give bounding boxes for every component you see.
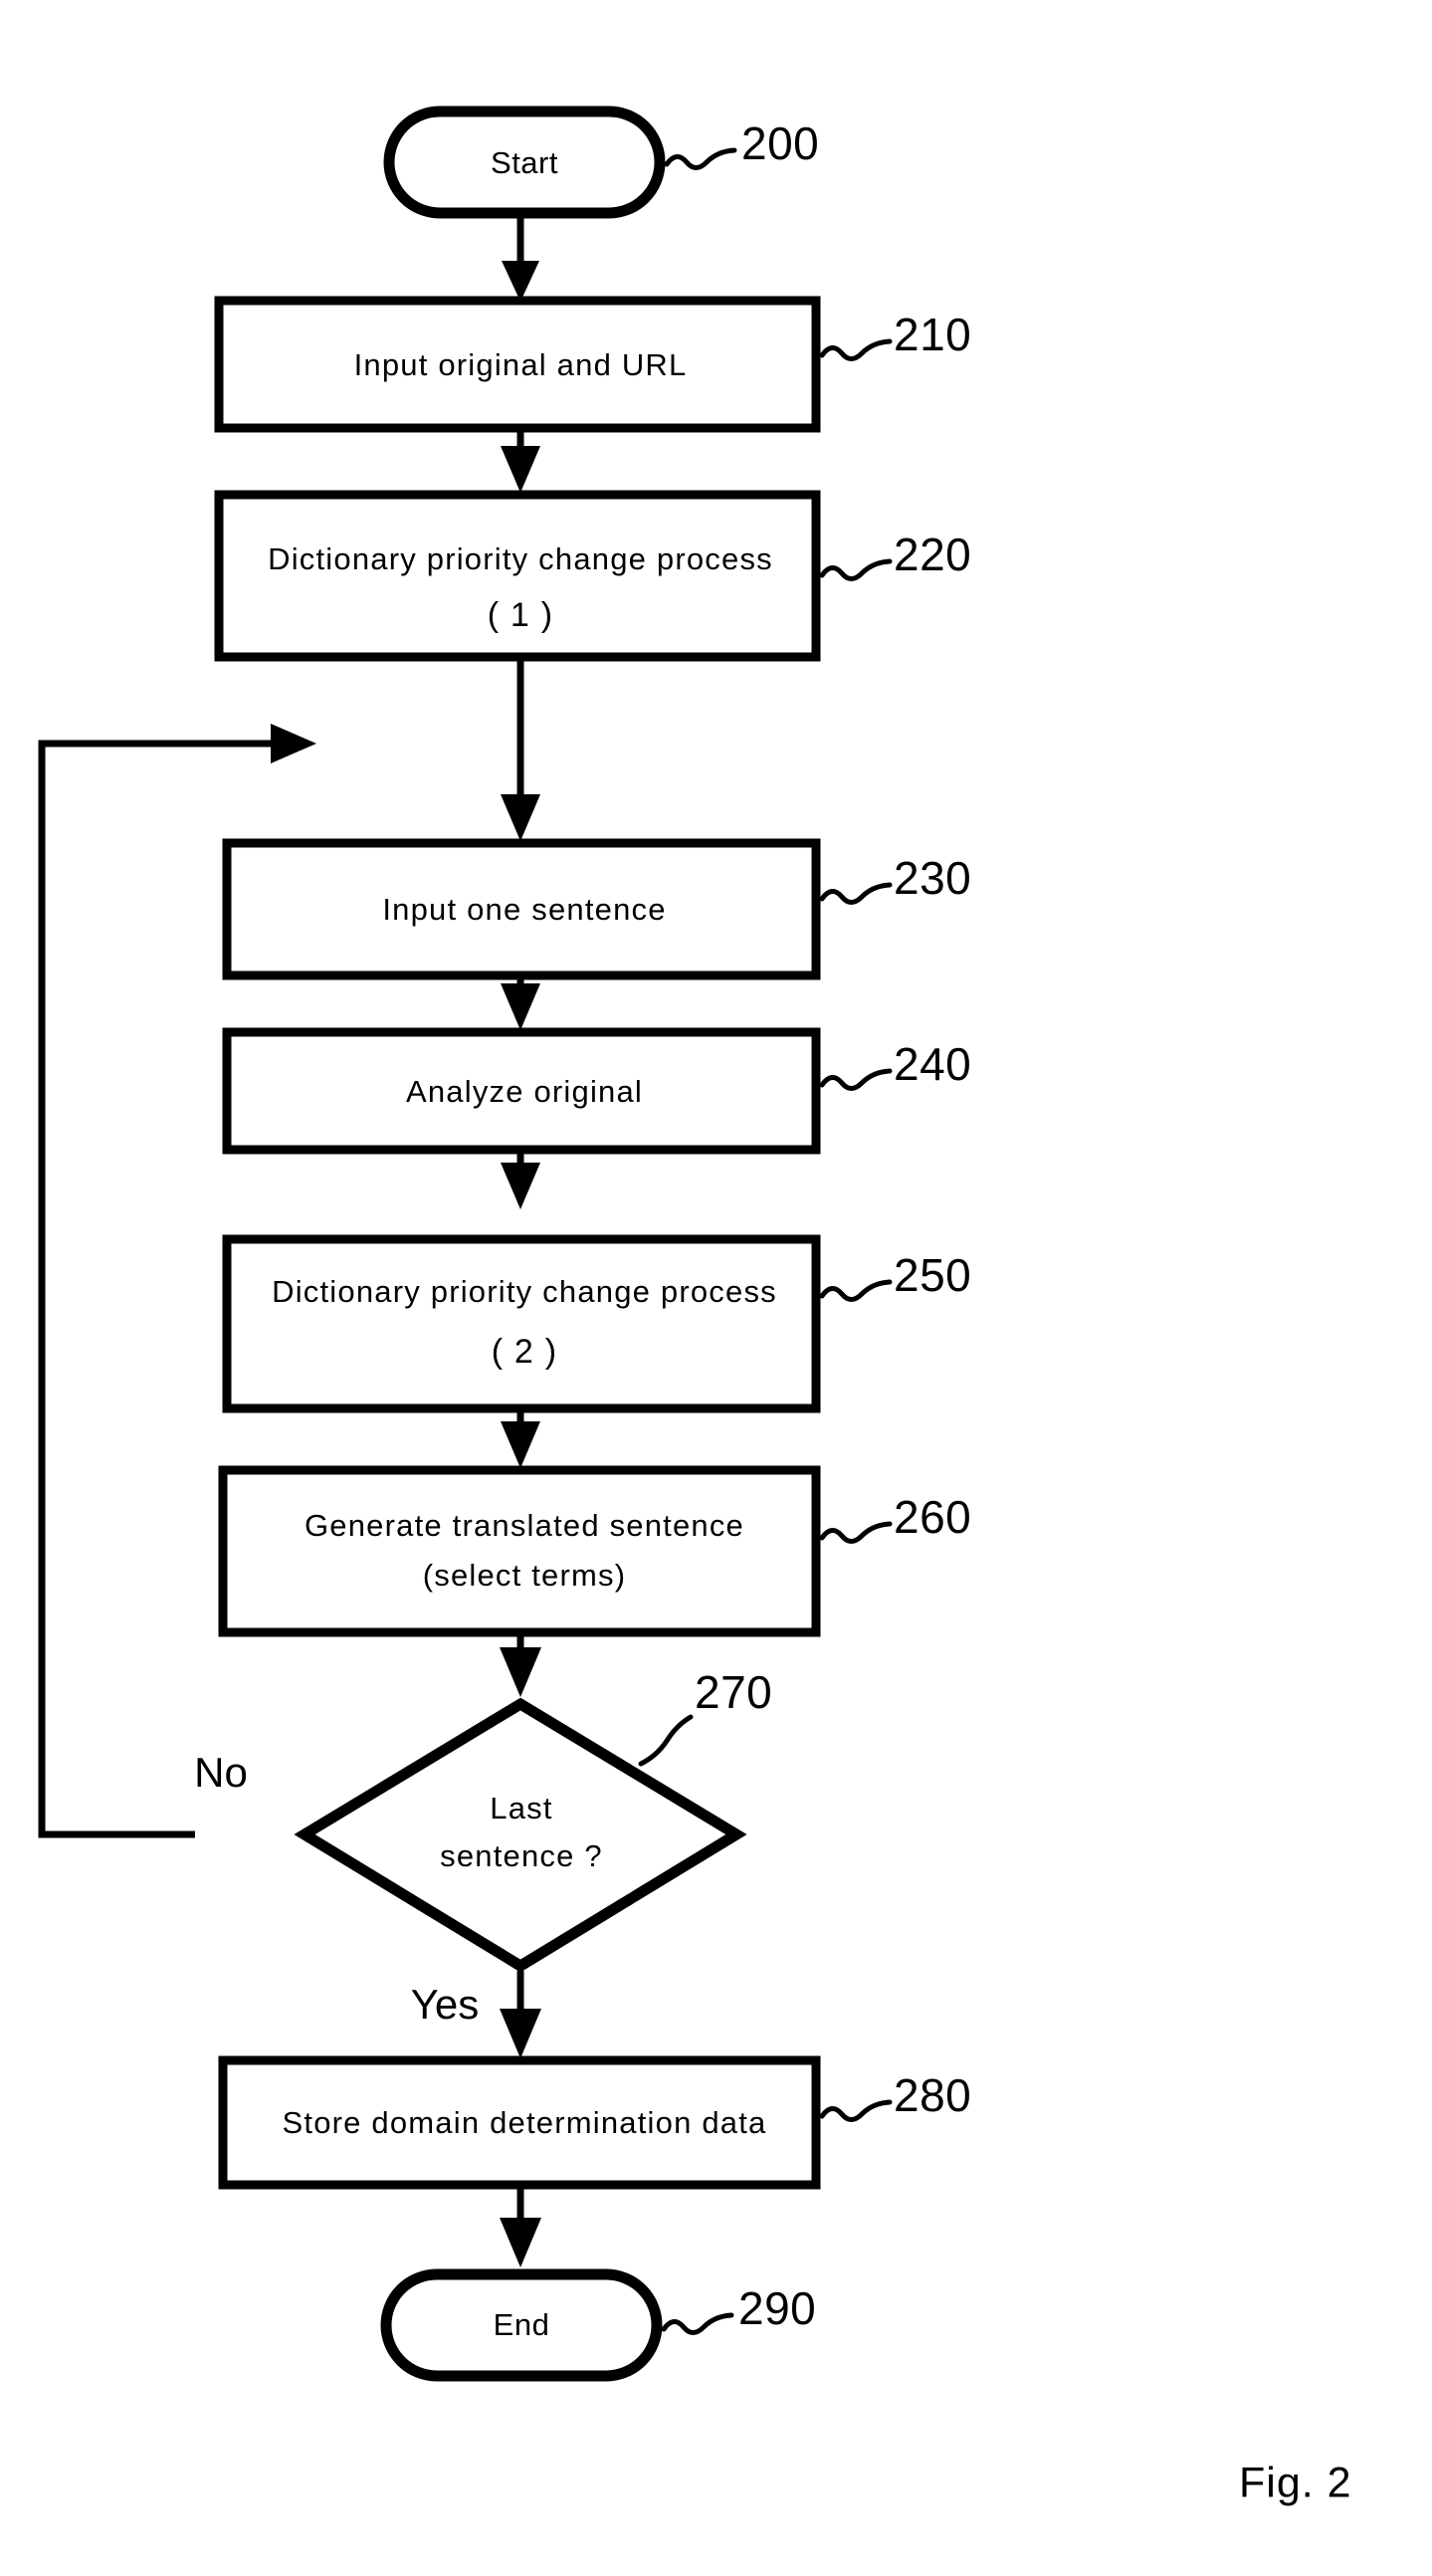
node-input-original-url-label: Input original and URL — [354, 347, 688, 382]
figure-caption: Fig. 2 — [1239, 2459, 1352, 2506]
ref-number-250: 250 — [894, 1249, 971, 1301]
connector-210-to-220 — [501, 428, 540, 493]
node-dict-priority-2-label-line1: Dictionary priority change process — [272, 1274, 777, 1309]
node-start-label: Start — [491, 145, 558, 180]
figure-root: Start 200 Input original and URL 210 Dic… — [0, 0, 1432, 2576]
node-store-domain-data-label: Store domain determination data — [283, 2105, 767, 2140]
node-dict-priority-2[interactable]: Dictionary priority change process ( 2 ) — [222, 1234, 821, 1413]
node-input-one-sentence[interactable]: Input one sentence — [222, 838, 821, 980]
node-input-one-sentence-label: Input one sentence — [382, 892, 666, 927]
node-generate-translated-label-line2: (select terms) — [423, 1558, 627, 1593]
node-dict-priority-1[interactable]: Dictionary priority change process ( 1 ) — [214, 490, 821, 662]
node-input-original-url[interactable]: Input original and URL — [214, 296, 821, 433]
ref-leader-270: 270 — [638, 1666, 772, 1767]
node-dict-priority-2-label-line2: ( 2 ) — [492, 1333, 557, 1371]
ref-number-270: 270 — [695, 1666, 772, 1718]
connector-250-to-260 — [501, 1408, 540, 1468]
node-analyze-original-label: Analyze original — [406, 1074, 643, 1109]
ref-number-260: 260 — [894, 1491, 971, 1543]
ref-leader-260: 260 — [819, 1491, 971, 1544]
ref-leader-210: 210 — [819, 309, 971, 361]
flowchart-canvas: Start 200 Input original and URL 210 Dic… — [38, 106, 1352, 2506]
connector-start-to-210 — [502, 213, 539, 302]
node-generate-translated[interactable]: Generate translated sentence (select ter… — [218, 1465, 821, 1637]
ref-leader-250: 250 — [819, 1249, 971, 1302]
branch-label-yes: Yes — [411, 1981, 480, 2028]
ref-number-200: 200 — [741, 117, 819, 169]
node-end-label: End — [494, 2307, 550, 2342]
node-generate-translated-label-line1: Generate translated sentence — [305, 1508, 744, 1543]
node-dict-priority-1-label-line1: Dictionary priority change process — [268, 541, 773, 576]
branch-label-no: No — [194, 1749, 248, 1796]
ref-leader-280: 280 — [819, 2069, 971, 2122]
ref-leader-290: 290 — [661, 2282, 816, 2335]
ref-number-220: 220 — [894, 529, 971, 580]
connector-270-to-280 — [500, 1971, 541, 2058]
node-start[interactable]: Start — [383, 106, 666, 219]
ref-number-280: 280 — [894, 2069, 971, 2121]
ref-number-240: 240 — [894, 1038, 971, 1090]
node-last-sentence-label-line2: sentence ? — [440, 1838, 603, 1873]
node-analyze-original[interactable]: Analyze original — [222, 1027, 821, 1155]
connector-260-to-270 — [500, 1632, 541, 1697]
node-end[interactable]: End — [380, 2268, 663, 2382]
ref-leader-220: 220 — [819, 529, 971, 581]
ref-number-290: 290 — [738, 2282, 816, 2334]
node-last-sentence-label-line1: Last — [490, 1791, 552, 1825]
connector-220-to-230 — [501, 657, 540, 841]
ref-leader-230: 230 — [819, 852, 971, 905]
node-dict-priority-1-label-line2: ( 1 ) — [488, 596, 553, 634]
node-store-domain-data[interactable]: Store domain determination data — [218, 2055, 821, 2190]
connector-230-to-240 — [501, 975, 540, 1030]
ref-number-230: 230 — [894, 852, 971, 904]
ref-leader-200: 200 — [664, 117, 819, 170]
ref-leader-240: 240 — [819, 1038, 971, 1091]
connector-280-to-290 — [500, 2185, 541, 2267]
ref-number-210: 210 — [894, 309, 971, 360]
node-last-sentence[interactable]: Last sentence ? — [294, 1697, 747, 1973]
connector-240-to-250 — [501, 1150, 540, 1209]
